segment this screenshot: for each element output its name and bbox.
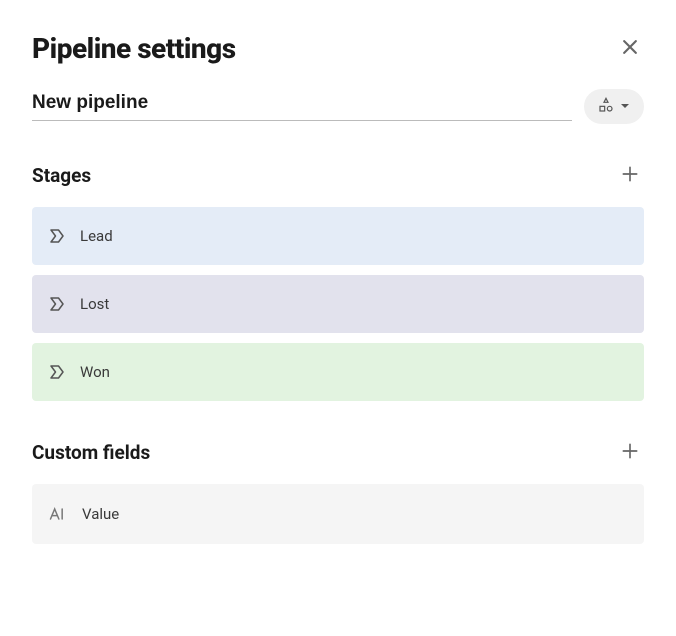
close-button[interactable] xyxy=(616,33,644,64)
stages-list: Lead Lost Won xyxy=(32,207,644,401)
stage-chevron-icon xyxy=(48,227,66,245)
stage-card[interactable]: Won xyxy=(32,343,644,401)
stage-card[interactable]: Lead xyxy=(32,207,644,265)
chevron-down-icon xyxy=(620,99,630,114)
stage-chevron-icon xyxy=(48,295,66,313)
add-custom-field-button[interactable] xyxy=(616,437,644,468)
stage-card[interactable]: Lost xyxy=(32,275,644,333)
pipeline-name-input[interactable] xyxy=(32,92,572,114)
shapes-icon xyxy=(598,97,614,116)
close-icon xyxy=(620,37,640,60)
plus-icon xyxy=(620,164,640,187)
stage-label: Lost xyxy=(80,295,109,313)
custom-fields-section-title: Custom fields xyxy=(32,441,150,464)
pipeline-name-field-wrapper xyxy=(32,92,572,121)
stages-section-title: Stages xyxy=(32,164,91,187)
stage-label: Lead xyxy=(80,227,113,245)
plus-icon xyxy=(620,441,640,464)
custom-field-label: Value xyxy=(82,505,119,523)
pipeline-icon-picker[interactable] xyxy=(584,89,644,124)
stage-label: Won xyxy=(80,363,110,381)
page-title: Pipeline settings xyxy=(32,32,236,65)
text-field-icon xyxy=(48,504,68,524)
stage-chevron-icon xyxy=(48,363,66,381)
add-stage-button[interactable] xyxy=(616,160,644,191)
custom-field-card[interactable]: Value xyxy=(32,484,644,544)
custom-fields-list: Value xyxy=(32,484,644,544)
